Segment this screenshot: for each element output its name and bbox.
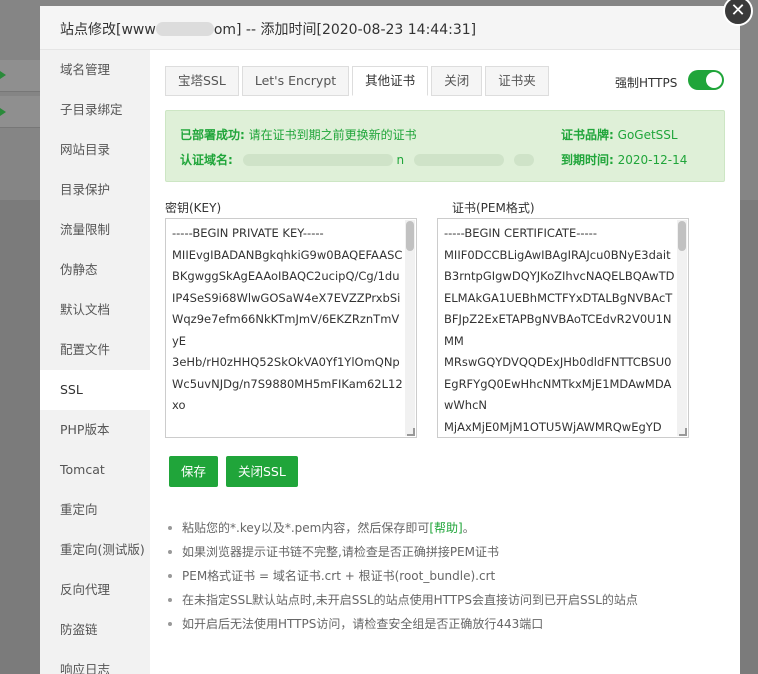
deploy-status-message: 请在证书到期之前更换新的证书 <box>248 128 417 142</box>
sidebar-item[interactable]: 重定向(测试版) <box>40 530 150 570</box>
bullet-icon <box>168 622 172 626</box>
cert-resize-handle[interactable] <box>679 428 687 436</box>
cert-scrollbar[interactable] <box>677 220 687 436</box>
cert-brand-value: GoGetSSL <box>617 128 678 142</box>
cert-domain-fragment: n <box>396 153 405 167</box>
cert-domain-label: 认证域名: <box>180 153 233 167</box>
cert-label: 证书(PEM格式) <box>452 201 535 215</box>
tip-item: 在未指定SSL默认站点时,未开启SSL的站点使用HTTPS会直接访问到已开启SS… <box>168 588 728 612</box>
sidebar-item[interactable]: PHP版本 <box>40 410 150 450</box>
tab[interactable]: Let's Encrypt <box>241 66 350 96</box>
sidebar-item[interactable]: 反向代理 <box>40 570 150 610</box>
sidebar-item[interactable]: 子目录绑定 <box>40 90 150 130</box>
cert-expire-value: 2020-12-14 <box>617 153 688 167</box>
tab[interactable]: 关闭 <box>431 66 483 96</box>
key-label: 密钥(KEY) <box>165 201 222 215</box>
key-scroll-thumb[interactable] <box>406 221 414 251</box>
deploy-status: 已部署成功: 请在证书到期之前更换新的证书 <box>180 126 417 143</box>
cert-textarea[interactable]: -----BEGIN CERTIFICATE----- MIIF0DCCBLig… <box>437 218 689 438</box>
key-scrollbar[interactable] <box>405 220 415 436</box>
sidebar-item[interactable]: 响应日志 <box>40 650 150 674</box>
sidebar-item[interactable]: SSL <box>40 370 150 410</box>
tip-text: 粘贴您的*.key以及*.pem内容，然后保存即可 <box>182 521 430 535</box>
ssl-tabs: 宝塔SSL Let's Encrypt 其他证书 关闭 证书夹 <box>165 66 552 96</box>
bullet-icon <box>168 574 172 578</box>
tip-text: PEM格式证书 = 域名证书.crt + 根证书(root_bundle).cr… <box>182 569 496 583</box>
cert-scroll-thumb[interactable] <box>678 221 686 251</box>
tip-item: 如开启后无法使用HTTPS访问，请检查安全组是否正确放行443端口 <box>168 612 728 636</box>
sidebar-item[interactable]: Tomcat <box>40 450 150 490</box>
force-https-label: 强制HTTPS <box>615 76 678 90</box>
key-textarea[interactable]: -----BEGIN PRIVATE KEY----- MIIEvgIBADAN… <box>165 218 417 438</box>
ssl-panel: 宝塔SSL Let's Encrypt 其他证书 关闭 证书夹 强制HTTPS 已部署成… <box>150 50 740 674</box>
tip-item: 如果浏览器提示证书链不完整,请检查是否正确拼接PEM证书 <box>168 540 728 564</box>
deploy-status-label: 已部署成功: <box>180 128 245 142</box>
dialog-header: 站点修改[www om] -- 添加时间[2020-08-23 14:44:31] <box>40 6 740 50</box>
close-ssl-button[interactable]: 关闭SSL <box>226 456 298 487</box>
redacted-domain <box>242 154 393 166</box>
dialog-title: 站点修改[www om] -- 添加时间[2020-08-23 14:44:31] <box>60 19 476 39</box>
sidebar-item[interactable]: 目录保护 <box>40 170 150 210</box>
tip-item: 粘贴您的*.key以及*.pem内容，然后保存即可[帮助]。 <box>168 516 728 540</box>
sidebar-item[interactable]: 伪静态 <box>40 250 150 290</box>
sidebar-item[interactable]: 防盗链 <box>40 610 150 650</box>
cert-brand-label: 证书品牌: <box>561 128 614 142</box>
sidebar-item[interactable]: 域名管理 <box>40 50 150 90</box>
force-https-toggle[interactable] <box>688 70 724 90</box>
cert-expire-label: 到期时间: <box>561 153 614 167</box>
sidebar-item[interactable]: 网站目录 <box>40 130 150 170</box>
cert-brand: 证书品牌: GoGetSSL <box>561 126 678 143</box>
help-link[interactable]: [帮助] <box>429 521 462 535</box>
cert-status-box: 已部署成功: 请在证书到期之前更换新的证书 认证域名: n 证书品牌: GoGe… <box>165 110 725 182</box>
tab[interactable]: 证书夹 <box>485 66 549 96</box>
bullet-icon <box>168 550 172 554</box>
sidebar-item[interactable]: 重定向 <box>40 490 150 530</box>
bullet-icon <box>168 526 172 530</box>
sidebar-item[interactable]: 默认文档 <box>40 290 150 330</box>
redacted-domain <box>413 154 504 166</box>
redacted-domain <box>155 22 214 36</box>
background-arrow-icon <box>0 108 6 116</box>
tab[interactable]: 宝塔SSL <box>165 66 239 96</box>
tip-item: PEM格式证书 = 域名证书.crt + 根证书(root_bundle).cr… <box>168 564 728 588</box>
tip-text: 如开启后无法使用HTTPS访问，请检查安全组是否正确放行443端口 <box>182 617 544 631</box>
key-textarea-content: -----BEGIN PRIVATE KEY----- MIIEvgIBADAN… <box>172 226 403 412</box>
site-edit-dialog: 站点修改[www om] -- 添加时间[2020-08-23 14:44:31]… <box>40 6 740 674</box>
sidebar-item[interactable]: 流量限制 <box>40 210 150 250</box>
cert-textarea-content: -----BEGIN CERTIFICATE----- MIIF0DCCBLig… <box>444 226 675 434</box>
background-arrow-icon <box>0 71 6 79</box>
toggle-knob <box>706 72 722 88</box>
sidebar-item[interactable]: 配置文件 <box>40 330 150 370</box>
cert-expire: 到期时间: 2020-12-14 <box>561 151 687 168</box>
background-row <box>0 60 40 92</box>
tab[interactable]: 其他证书 <box>352 66 429 96</box>
tip-text: 在未指定SSL默认站点时,未开启SSL的站点使用HTTPS会直接访问到已开启SS… <box>182 593 638 607</box>
ssl-tips: 粘贴您的*.key以及*.pem内容，然后保存即可[帮助]。 如果浏览器提示证书… <box>168 516 728 636</box>
bullet-icon <box>168 598 172 602</box>
background-row <box>0 96 40 128</box>
key-resize-handle[interactable] <box>407 428 415 436</box>
settings-sidebar: 域名管理 子目录绑定 网站目录 目录保护 流量限制 伪静态 默认文档 配置文件 SSL PHP版本… <box>40 50 150 674</box>
tip-text: 。 <box>462 521 475 535</box>
redacted-domain <box>513 154 534 166</box>
cert-domain: 认证域名: n <box>180 151 534 168</box>
dialog-title-prefix: 站点修改[www <box>60 22 156 38</box>
dialog-title-suffix: om] -- 添加时间[2020-08-23 14:44:31] <box>213 22 477 38</box>
save-button[interactable]: 保存 <box>169 456 219 487</box>
tip-text: 如果浏览器提示证书链不完整,请检查是否正确拼接PEM证书 <box>182 545 499 559</box>
